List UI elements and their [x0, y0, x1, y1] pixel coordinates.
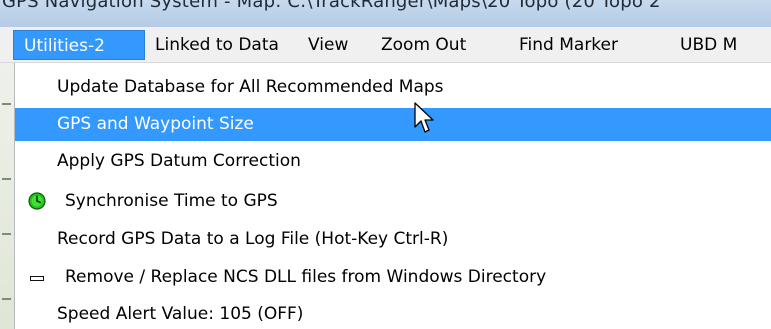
utilities-2-dropdown-menu: Update Database for All Recommended Maps…: [14, 63, 771, 329]
menu-item-label: Remove / Replace NCS DLL files from Wind…: [65, 267, 547, 287]
menu-item-label: Record GPS Data to a Log File (Hot-Key C…: [57, 229, 449, 249]
menu-item-remove-replace-ncs-dll[interactable]: Remove / Replace NCS DLL files from Wind…: [15, 261, 771, 294]
menu-item-speed-alert-value[interactable]: Speed Alert Value: 105 (OFF): [15, 298, 771, 329]
menu-linked-to-data-label: Linked to Data: [155, 35, 279, 55]
menu-item-apply-gps-datum-correction[interactable]: Apply GPS Datum Correction: [15, 145, 771, 178]
menu-view-label: View: [308, 35, 349, 55]
menu-item-update-database[interactable]: Update Database for All Recommended Maps: [15, 71, 771, 104]
dash-icon: [30, 276, 44, 281]
menu-item-label: Update Database for All Recommended Maps: [57, 77, 444, 97]
menu-item-label: Apply GPS Datum Correction: [57, 151, 301, 171]
application-window: GPS Navigation System - Map: C:\TrackRan…: [0, 0, 771, 329]
menu-item-synchronise-time[interactable]: Synchronise Time to GPS: [15, 185, 771, 218]
menu-item-label: Speed Alert Value: 105 (OFF): [57, 304, 304, 324]
menu-utilities-2[interactable]: Utilities-2: [13, 30, 145, 60]
window-title: GPS Navigation System - Map: C:\TrackRan…: [2, 0, 661, 12]
arrow-cursor-icon: [414, 102, 434, 133]
title-bar: GPS Navigation System - Map: C:\TrackRan…: [0, 0, 771, 27]
menu-zoom-out-label: Zoom Out: [381, 35, 467, 55]
menu-zoom-out[interactable]: Zoom Out: [381, 30, 466, 60]
map-background-strip: [0, 63, 14, 329]
menu-bar: Utilities-2 Linked to Data View Zoom Out…: [0, 27, 771, 63]
map-line: [2, 298, 11, 300]
menu-find-marker-label: Find Marker: [519, 35, 618, 55]
map-line: [2, 233, 11, 235]
menu-find-marker[interactable]: Find Marker: [519, 30, 618, 60]
menu-item-label: Synchronise Time to GPS: [65, 191, 278, 211]
menu-utilities-2-label: Utilities-2: [24, 36, 105, 56]
map-line: [2, 103, 11, 105]
menu-item-label: GPS and Waypoint Size: [57, 114, 254, 134]
menu-ubd[interactable]: UBD M: [680, 30, 737, 60]
menu-item-record-gps-data[interactable]: Record GPS Data to a Log File (Hot-Key C…: [15, 223, 771, 256]
menu-view[interactable]: View: [308, 30, 348, 60]
menu-linked-to-data[interactable]: Linked to Data: [155, 30, 279, 60]
menu-item-gps-waypoint-size[interactable]: GPS and Waypoint Size: [15, 108, 771, 141]
map-line: [2, 178, 11, 180]
green-clock-icon: [28, 192, 46, 210]
menu-ubd-label: UBD M: [680, 35, 738, 55]
